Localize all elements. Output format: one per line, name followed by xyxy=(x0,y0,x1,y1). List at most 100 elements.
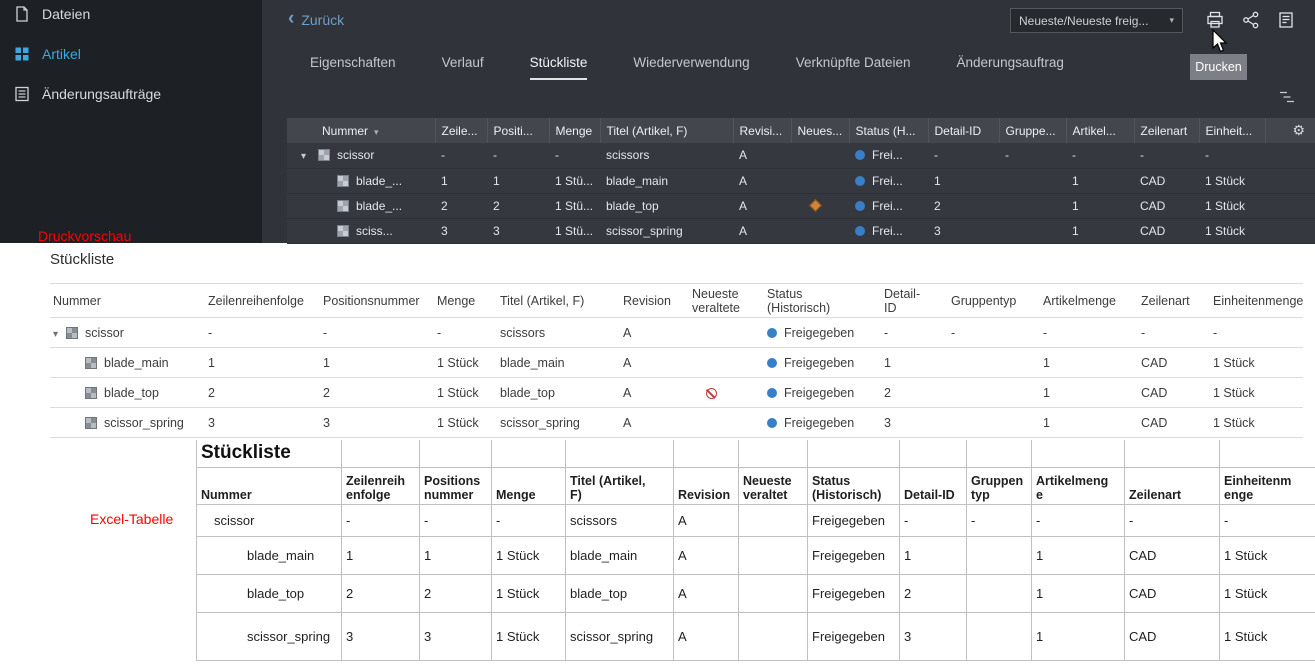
cell: - xyxy=(491,503,566,537)
expand-caret-icon[interactable]: ▾ xyxy=(301,151,318,162)
item-icon xyxy=(85,416,97,429)
preview-row-blade-main: blade_main 1 1 1 Stück blade_main A Frei… xyxy=(50,347,1303,378)
excel-title-cell: Stückliste xyxy=(196,440,342,468)
cell: scissor_spring xyxy=(497,407,620,438)
col-header: Detail- ID xyxy=(881,283,948,318)
col-header[interactable]: Status (H... xyxy=(848,118,928,143)
cell: 2 xyxy=(435,193,487,219)
cell-nummer: ▾ scissor xyxy=(287,143,435,169)
bom-row-scissor[interactable]: ▾ scissor - - - scissors A Frei... - - - … xyxy=(287,143,1315,169)
print-tooltip: Drucken xyxy=(1190,54,1247,80)
cell xyxy=(999,193,1066,219)
col-header: Gruppen typ xyxy=(966,466,1032,505)
cell: 1 xyxy=(1040,377,1138,408)
change-orders-icon xyxy=(15,86,29,102)
col-header: Nummer xyxy=(196,466,342,505)
cell xyxy=(948,377,1040,408)
col-header: Menge xyxy=(434,283,497,318)
revision-rule-value: Neueste/Neueste freig... xyxy=(1019,13,1149,28)
cell xyxy=(791,143,849,169)
cell: 1 xyxy=(1066,168,1134,194)
tab-wiederverwendung[interactable]: Wiederverwendung xyxy=(633,55,749,80)
cell: - xyxy=(899,503,967,537)
tab-verlauf[interactable]: Verlauf xyxy=(442,55,484,80)
bom-row-blade-top[interactable]: blade_... 2 2 1 Stü... blade_top A Frei.… xyxy=(287,193,1315,219)
report-button[interactable] xyxy=(1274,9,1298,31)
screen: Dateien Artikel Änderungsaufträge ‹ Zurü… xyxy=(0,0,1315,667)
col-header[interactable]: Revisi... xyxy=(732,118,791,143)
sidebar-item-label: Änderungsaufträge xyxy=(42,86,162,102)
col-header: Artikelmeng e xyxy=(1031,466,1125,505)
bom-row-scissor-spring[interactable]: sciss... 3 3 1 Stü... scissor_spring A F… xyxy=(287,218,1315,244)
cell: - xyxy=(1138,317,1210,348)
gear-icon[interactable]: ⚙ xyxy=(1292,122,1305,138)
sidebar-item-dateien[interactable]: Dateien xyxy=(0,0,262,34)
col-header[interactable]: Neues... xyxy=(790,118,849,143)
excel-row-blade-main: blade_main 1 1 1 Stück blade_main A Frei… xyxy=(196,535,1315,575)
back-button[interactable]: ‹ Zurück xyxy=(288,9,344,28)
sidebar: Dateien Artikel Änderungsaufträge xyxy=(0,0,262,243)
col-header[interactable]: Gruppe... xyxy=(998,118,1066,143)
cell-nummer: scissor_spring xyxy=(50,407,205,438)
cell: CAD xyxy=(1138,407,1210,438)
cell: A xyxy=(673,503,739,537)
obsolete-icon xyxy=(706,387,717,399)
files-icon xyxy=(16,6,28,22)
col-header: Neueste veraltet xyxy=(738,466,808,505)
hierarchy-toggle-button[interactable] xyxy=(1279,89,1297,107)
col-header: Titel (Artikel, F) xyxy=(497,283,620,318)
preview-header-row: Nummer Zeilenreihenfolge Positionsnummer… xyxy=(50,283,1303,318)
sidebar-item-aenderungsauftraege[interactable]: Änderungsaufträge xyxy=(0,74,262,114)
cell: scissors xyxy=(600,143,733,169)
cell: 3 xyxy=(928,218,999,244)
item-name: blade_... xyxy=(356,198,403,213)
cell: 2 xyxy=(205,377,320,408)
col-header[interactable]: Einheit... xyxy=(1198,118,1265,143)
share-button[interactable] xyxy=(1239,9,1263,31)
col-header[interactable]: Zeilenart xyxy=(1133,118,1199,143)
cell: - xyxy=(928,143,999,169)
cell: 1 xyxy=(1040,407,1138,438)
tab-stueckliste[interactable]: Stückliste xyxy=(529,55,588,80)
col-header[interactable]: Artikel... xyxy=(1065,118,1134,143)
cell xyxy=(791,168,849,194)
col-header-nummer[interactable]: Nummer ▾ xyxy=(287,118,435,143)
cell: scissor_spring xyxy=(600,218,733,244)
cell: CAD xyxy=(1138,377,1210,408)
cell: A xyxy=(620,377,689,408)
cell: 3 xyxy=(341,611,420,661)
cell xyxy=(948,347,1040,378)
print-preview-table: Nummer Zeilenreihenfolge Positionsnummer… xyxy=(50,283,1303,438)
preview-row-scissor: ▾ scissor - - - scissors A Freigegeben - … xyxy=(50,317,1303,348)
cell-status: Frei... xyxy=(849,193,928,219)
cell xyxy=(1265,218,1315,244)
sidebar-item-artikel[interactable]: Artikel xyxy=(0,34,262,74)
col-header: Status (Historisch) xyxy=(807,466,900,505)
cell: 3 xyxy=(881,407,948,438)
col-header: Neueste veraltete xyxy=(689,283,764,318)
tab-eigenschaften[interactable]: Eigenschaften xyxy=(310,55,396,80)
item-name: sciss... xyxy=(356,223,393,238)
print-button[interactable] xyxy=(1203,9,1227,31)
col-header[interactable]: Detail-ID xyxy=(927,118,999,143)
revision-rule-dropdown[interactable]: Neueste/Neueste freig... ▾ xyxy=(1010,8,1183,33)
cell: 1 Stück xyxy=(434,347,497,378)
mouse-cursor xyxy=(1212,29,1228,53)
col-header[interactable]: Zeile... xyxy=(434,118,487,143)
released-status-icon xyxy=(855,200,865,211)
cell-status: Frei... xyxy=(849,168,928,194)
cell: - xyxy=(999,143,1066,169)
tab-bar: Eigenschaften Verlauf Stückliste Wiederv… xyxy=(310,55,1064,80)
cell: 3 xyxy=(899,611,967,661)
col-header[interactable]: Positi... xyxy=(486,118,549,143)
tab-verknuepfte-dateien[interactable]: Verknüpfte Dateien xyxy=(796,55,911,80)
col-header[interactable]: Menge xyxy=(548,118,600,143)
cell xyxy=(1265,193,1315,219)
expand-caret-icon: ▾ xyxy=(53,328,59,340)
cell: scissor_spring xyxy=(565,611,674,661)
bom-row-blade-main[interactable]: blade_... 1 1 1 Stü... blade_main A Frei… xyxy=(287,168,1315,194)
cell-neueste xyxy=(689,377,764,408)
col-header[interactable]: Titel (Artikel, F) xyxy=(599,118,733,143)
tab-aenderungsauftrag[interactable]: Änderungsauftrag xyxy=(957,55,1064,80)
cell: - xyxy=(419,503,492,537)
